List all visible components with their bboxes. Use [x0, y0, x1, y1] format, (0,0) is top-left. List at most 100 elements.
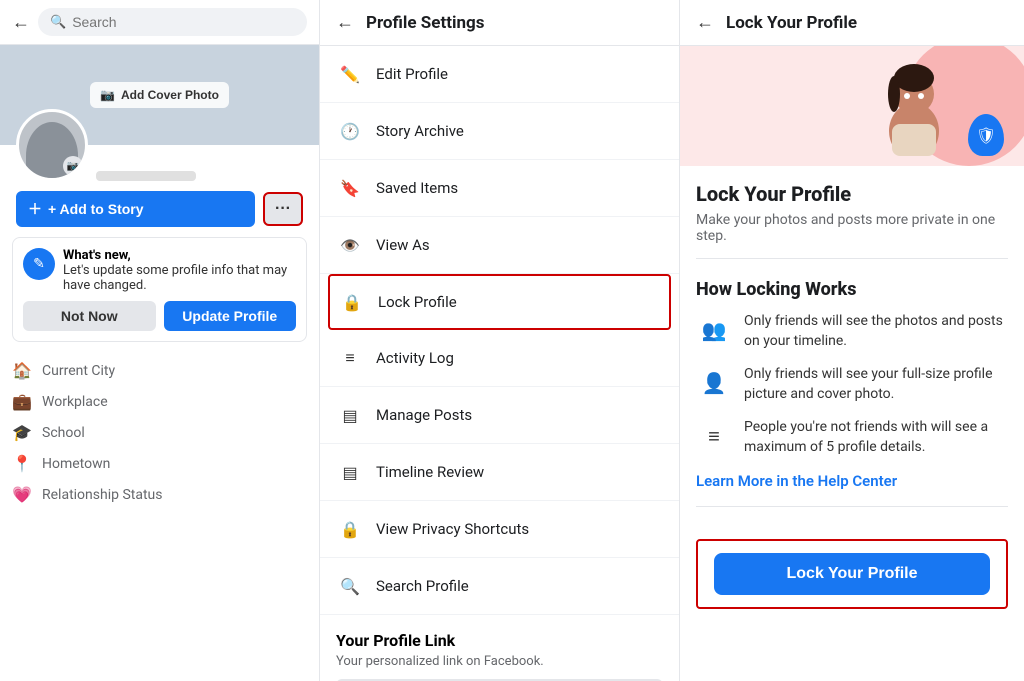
action-row: ＋ + Add to Story ···: [0, 181, 319, 237]
menu-item-story-archive[interactable]: 🕐 Story Archive: [320, 103, 679, 160]
menu-item-edit-profile[interactable]: ✏️ Edit Profile: [320, 46, 679, 103]
how-item-icon: 👤: [696, 365, 732, 401]
search-icon: 🔍: [50, 15, 66, 30]
whats-new-header: ✎ What's new, Let's update some profile …: [23, 248, 296, 293]
menu-item-icon: 🕐: [336, 117, 364, 145]
menu-item-label: Saved Items: [376, 179, 458, 197]
info-item[interactable]: 🏠 Current City: [12, 356, 307, 385]
profile-settings-menu: ✏️ Edit Profile 🕐 Story Archive 🔖 Saved Items…: [320, 46, 679, 615]
left-panel: ← 🔍 📷 Add Cover Photo 📷 ＋ + Add to Story…: [0, 0, 320, 681]
menu-item-label: Manage Posts: [376, 406, 472, 424]
menu-item-label: Edit Profile: [376, 65, 448, 83]
menu-item-timeline-review[interactable]: ▤ Timeline Review: [320, 444, 679, 501]
how-items-list: 👥Only friends will see the photos and po…: [696, 312, 1008, 458]
menu-item-icon: 🔖: [336, 174, 364, 202]
menu-item-label: View Privacy Shortcuts: [376, 520, 529, 538]
menu-item-icon: ✏️: [336, 60, 364, 88]
lock-your-profile-title: Lock Your Profile: [696, 182, 1008, 206]
whats-new-actions: Not Now Update Profile: [23, 301, 296, 331]
info-item-icon: 🏠: [12, 361, 32, 380]
lock-your-profile-button[interactable]: Lock Your Profile: [714, 553, 990, 595]
menu-item-icon: ▤: [336, 401, 364, 429]
menu-item-label: Story Archive: [376, 122, 464, 140]
menu-item-manage-posts[interactable]: ▤ Manage Posts: [320, 387, 679, 444]
info-item[interactable]: 📍 Hometown: [12, 449, 307, 478]
menu-item-label: Search Profile: [376, 577, 469, 595]
profile-link-title: Your Profile Link: [336, 631, 663, 650]
info-item[interactable]: 💗 Relationship Status: [12, 480, 307, 509]
menu-item-activity-log[interactable]: ≡ Activity Log: [320, 330, 679, 387]
profile-settings-title: Profile Settings: [366, 13, 484, 33]
how-item: 👥Only friends will see the photos and po…: [696, 312, 1008, 351]
menu-item-label: Lock Profile: [378, 293, 457, 311]
menu-item-label: Activity Log: [376, 349, 454, 367]
middle-back-arrow-icon[interactable]: ←: [336, 12, 354, 33]
whats-new-text: Let's update some profile info that may …: [63, 263, 296, 293]
how-item-icon: ≡: [696, 418, 732, 454]
avatar: 📷: [16, 109, 88, 181]
menu-item-icon: 🔒: [338, 288, 366, 316]
menu-item-icon: ▤: [336, 458, 364, 486]
add-cover-photo-button[interactable]: 📷 Add Cover Photo: [90, 82, 229, 108]
info-item-icon: 💗: [12, 485, 32, 504]
menu-item-saved-items[interactable]: 🔖 Saved Items: [320, 160, 679, 217]
menu-item-icon: 👁️: [336, 231, 364, 259]
how-item-text: People you're not friends with will see …: [744, 418, 1008, 457]
not-now-button[interactable]: Not Now: [23, 301, 156, 331]
lock-profile-illustration: 🛡: [680, 46, 1024, 166]
more-options-button[interactable]: ···: [263, 192, 303, 226]
menu-item-label: View As: [376, 236, 430, 254]
lock-your-profile-header-title: Lock Your Profile: [726, 13, 857, 33]
menu-item-icon: 🔍: [336, 572, 364, 600]
lock-your-profile-subtitle: Make your photos and posts more private …: [696, 212, 1008, 244]
divider-1: [696, 258, 1008, 259]
menu-item-view-privacy-shortcuts[interactable]: 🔒 View Privacy Shortcuts: [320, 501, 679, 558]
camera-icon: 📷: [100, 88, 115, 102]
divider-2: [696, 506, 1008, 507]
shield-badge-icon: 🛡: [968, 114, 1004, 156]
info-item[interactable]: 🎓 School: [12, 418, 307, 447]
search-bar: ← 🔍: [0, 0, 319, 45]
whats-new-title: What's new,: [63, 248, 296, 263]
add-to-story-button[interactable]: ＋ + Add to Story: [16, 191, 255, 227]
menu-item-lock-profile[interactable]: 🔒 Lock Profile: [328, 274, 671, 330]
menu-item-icon: 🔒: [336, 515, 364, 543]
avatar-camera-icon[interactable]: 📷: [63, 156, 83, 176]
menu-item-icon: ≡: [336, 344, 364, 372]
profile-info-list: 🏠 Current City 💼 Workplace 🎓 School 📍 Hometown 💗…: [0, 352, 319, 513]
whats-new-body: What's new, Let's update some profile in…: [63, 248, 296, 293]
middle-panel: ← Profile Settings ✏️ Edit Profile 🕐 Story …: [320, 0, 680, 681]
middle-panel-header: ← Profile Settings: [320, 0, 679, 46]
info-item-label: School: [42, 425, 85, 441]
search-input-wrap: 🔍: [38, 8, 307, 36]
lock-profile-button-wrap: Lock Your Profile: [696, 539, 1008, 609]
right-panel: ← Lock Your Profile 🛡 Lock Your Profile …: [680, 0, 1024, 681]
search-input[interactable]: [72, 14, 295, 30]
info-item-icon: 📍: [12, 454, 32, 473]
profile-link-subtitle: Your personalized link on Facebook.: [336, 654, 663, 669]
info-item-label: Current City: [42, 363, 115, 379]
info-item-icon: 🎓: [12, 423, 32, 442]
menu-item-view-as[interactable]: 👁️ View As: [320, 217, 679, 274]
whats-new-card: ✎ What's new, Let's update some profile …: [12, 237, 307, 342]
how-item: 👤Only friends will see your full-size pr…: [696, 365, 1008, 404]
right-back-arrow-icon[interactable]: ←: [696, 12, 714, 33]
menu-item-search-profile[interactable]: 🔍 Search Profile: [320, 558, 679, 615]
info-item-label: Hometown: [42, 456, 110, 472]
lock-content: Lock Your Profile Make your photos and p…: [680, 166, 1024, 531]
back-arrow-icon[interactable]: ←: [12, 12, 30, 33]
whats-new-icon: ✎: [23, 248, 55, 280]
how-locking-works-title: How Locking Works: [696, 279, 1008, 300]
info-item-label: Workplace: [42, 394, 108, 410]
info-item-label: Relationship Status: [42, 487, 162, 503]
info-item-icon: 💼: [12, 392, 32, 411]
learn-more-link[interactable]: Learn More in the Help Center: [696, 472, 1008, 490]
update-profile-button[interactable]: Update Profile: [164, 301, 297, 331]
plus-icon: ＋: [28, 199, 42, 219]
info-item[interactable]: 💼 Workplace: [12, 387, 307, 416]
add-cover-label: Add Cover Photo: [121, 88, 219, 102]
how-item-icon: 👥: [696, 312, 732, 348]
right-panel-header: ← Lock Your Profile: [680, 0, 1024, 46]
how-item: ≡ People you're not friends with will see…: [696, 418, 1008, 457]
menu-item-label: Timeline Review: [376, 463, 484, 481]
